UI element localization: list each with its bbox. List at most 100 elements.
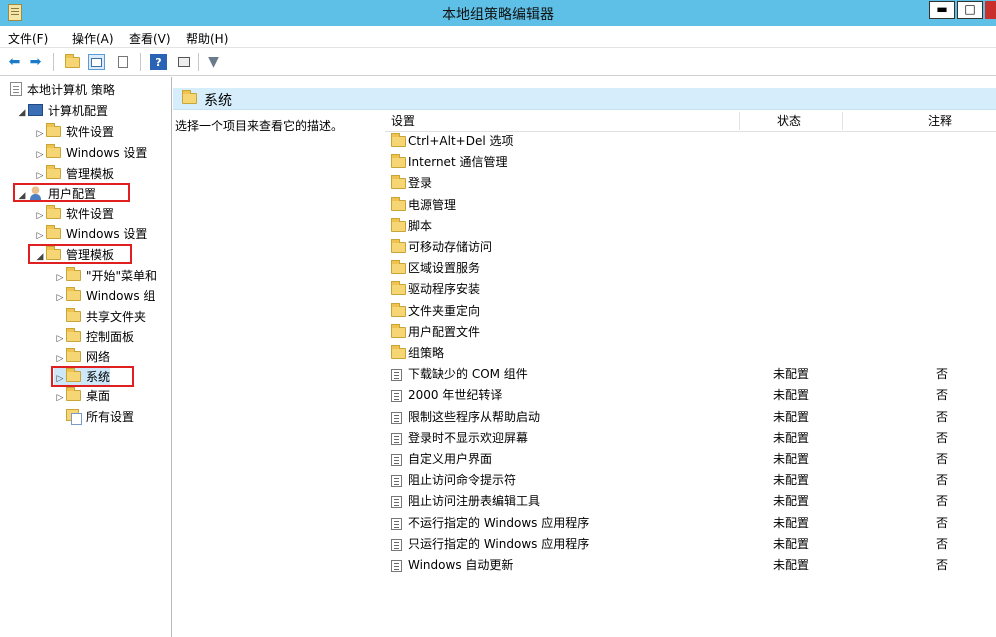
setting-icon [391,517,402,530]
help-icon[interactable]: ? [150,54,167,70]
menu-view[interactable]: 查看(V) [129,30,171,47]
column-comment[interactable]: 注释 [928,112,952,129]
tree-software-settings[interactable]: ▷ 软件设置 [34,122,114,142]
setting-row[interactable]: 登录时不显示欢迎屏幕 未配置 否 [385,428,996,449]
collapsed-arrow-icon[interactable]: ▷ [54,268,66,288]
collapsed-arrow-icon[interactable]: ▷ [54,329,66,349]
setting-row[interactable]: 阻止访问命令提示符 未配置 否 [385,470,996,491]
setting-comment: 否 [936,430,949,445]
column-state[interactable]: 状态 [777,112,801,129]
setting-comment: 否 [936,536,949,551]
title-bar: 本地组策略编辑器 ▬ □ [0,0,996,26]
setting-state: 未配置 [773,515,810,530]
setting-icon [391,560,402,572]
setting-state: 未配置 [773,367,810,382]
setting-row[interactable]: 2000 年世纪转译 未配置 否 [385,385,996,406]
menu-help[interactable]: 帮助(H) [186,30,228,47]
highlight-system [51,366,134,387]
folder-icon [182,90,197,104]
collapsed-arrow-icon[interactable]: ▷ [34,226,46,246]
collapsed-arrow-icon[interactable]: ▷ [34,206,46,226]
collapsed-arrow-icon[interactable]: ▷ [34,145,46,165]
setting-name: Windows 自动更新 [408,558,514,572]
folder-row[interactable]: Internet 通信管理 [385,152,996,173]
menu-file[interactable]: 文件(F) [8,30,48,47]
folder-row[interactable]: 组策略 [385,343,996,364]
menu-action[interactable]: 操作(A) [72,30,114,47]
setting-comment: 否 [936,473,949,488]
tree-windows-components[interactable]: ▷ Windows 组 [54,286,155,306]
collapsed-arrow-icon[interactable]: ▷ [54,288,66,308]
minimize-button[interactable]: ▬ [929,1,955,19]
tree-root[interactable]: 本地计算机 策略 [10,80,115,100]
tree-windows-settings[interactable]: ▷ Windows 设置 [34,143,147,163]
description-text: 选择一个项目来查看它的描述。 [175,119,344,133]
setting-name: 2000 年世纪转译 [408,388,503,403]
tree-all-settings[interactable]: 所有设置 [66,407,134,427]
tree-root-label: 本地计算机 策略 [27,83,115,97]
setting-row[interactable]: 自定义用户界面 未配置 否 [385,449,996,470]
show-hide-tree-icon[interactable] [88,54,105,70]
maximize-button[interactable]: □ [957,1,983,19]
navigation-tree: 本地计算机 策略 ◢ 计算机配置 ▷ 软件设置 ▷ Windows 设置 ▷ 管理模板 … [0,77,172,637]
setting-state: 未配置 [773,536,810,551]
folder-icon [391,175,406,190]
folder-icon [391,196,406,211]
setting-name: 限制这些程序从帮助启动 [408,409,541,424]
policy-icon [10,82,22,96]
folder-row[interactable]: 用户配置文件 [385,322,996,343]
all-settings-icon [66,409,82,425]
filter-icon[interactable]: ▼ [205,54,222,70]
setting-comment: 否 [936,452,949,466]
folder-row[interactable]: 可移动存储访问 [385,237,996,258]
setting-comment: 否 [936,367,949,382]
forward-arrow-icon[interactable]: ➡ [27,54,44,70]
setting-row[interactable]: 阻止访问注册表编辑工具 未配置 否 [385,491,996,512]
folder-icon [391,281,406,296]
folder-icon [391,217,406,232]
menu-bar: 文件(F) 操作(A) 查看(V) 帮助(H) [0,26,996,48]
folder-row[interactable]: 登录 [385,173,996,194]
folder-row[interactable]: 驱动程序安装 [385,279,996,300]
tree-start-menu[interactable]: ▷ "开始"菜单和 [54,266,157,286]
up-folder-icon[interactable] [64,53,81,70]
tree-windows-settings[interactable]: ▷ Windows 设置 [34,224,147,244]
folder-row[interactable]: 文件夹重定向 [385,301,996,322]
setting-row[interactable]: 只运行指定的 Windows 应用程序 未配置 否 [385,534,996,555]
setting-state: 未配置 [773,558,810,572]
folder-icon [66,267,81,281]
tree-control-panel[interactable]: ▷ 控制面板 [54,327,134,347]
folder-icon [46,205,61,219]
setting-row[interactable]: 下载缺少的 COM 组件 未配置 否 [385,364,996,385]
column-setting[interactable]: 设置 [391,112,415,129]
setting-comment: 否 [936,388,949,403]
tree-desktop[interactable]: ▷ 桌面 [54,386,110,406]
tree-computer-config[interactable]: ◢ 计算机配置 [16,101,108,121]
properties-icon[interactable] [175,54,192,70]
folder-row[interactable]: 区域设置服务 [385,258,996,279]
setting-state: 未配置 [773,430,810,445]
export-list-icon[interactable] [114,54,131,70]
collapsed-arrow-icon[interactable]: ▷ [34,124,46,144]
setting-row[interactable]: Windows 自动更新 未配置 否 [385,555,996,576]
close-button[interactable] [985,1,996,19]
settings-list: 设置 状态 注释 Ctrl+Alt+Del 选项 Internet 通信管理 登录电… [385,109,996,637]
folder-icon [391,345,406,359]
setting-row[interactable]: 限制这些程序从帮助启动 未配置 否 [385,407,996,428]
folder-row[interactable]: 电源管理 [385,195,996,216]
setting-name: 下载缺少的 COM 组件 [408,367,528,382]
folder-row[interactable]: 脚本 [385,216,996,237]
setting-comment: 否 [936,558,949,572]
folder-icon [46,225,61,239]
collapsed-arrow-icon[interactable]: ▷ [54,388,66,408]
folder-icon [66,308,81,322]
tree-admin-templates[interactable]: ▷ 管理模板 [34,164,114,184]
folder-row[interactable]: Ctrl+Alt+Del 选项 [385,131,996,152]
tree-shared-folders[interactable]: 共享文件夹 [54,307,146,327]
setting-row[interactable]: 不运行指定的 Windows 应用程序 未配置 否 [385,513,996,534]
tree-software-settings[interactable]: ▷ 软件设置 [34,204,114,224]
expanded-arrow-icon[interactable]: ◢ [16,103,28,123]
back-arrow-icon[interactable]: ⬅ [6,54,23,70]
setting-icon [391,496,402,509]
tree-network[interactable]: ▷ 网络 [54,347,110,367]
